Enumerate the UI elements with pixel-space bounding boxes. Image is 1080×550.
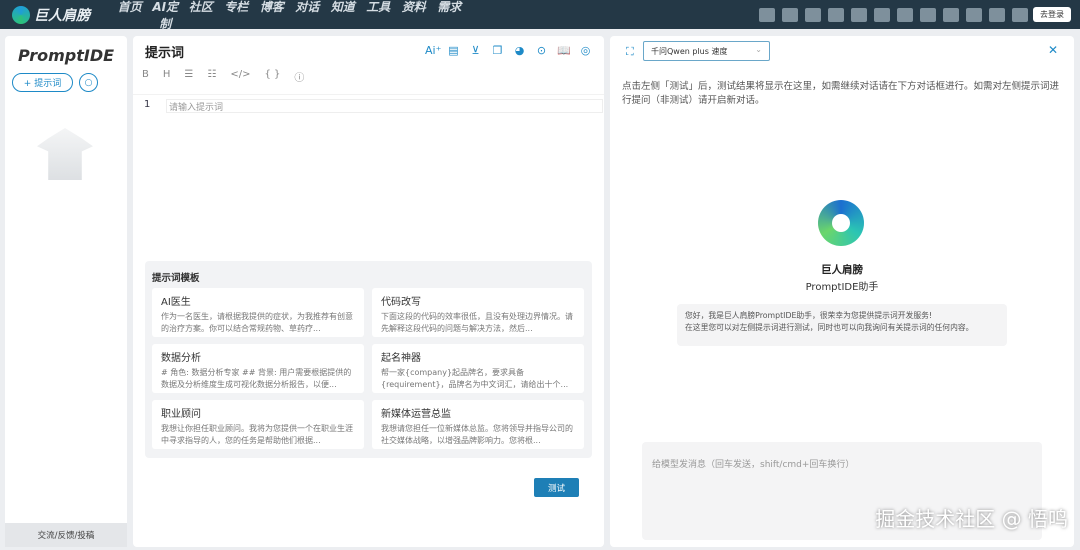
org-chart-icon[interactable]	[920, 7, 936, 22]
nav-knowledge[interactable]: 知道	[325, 0, 361, 32]
search-icon[interactable]: ○	[79, 73, 98, 92]
save-icon[interactable]: ▤	[447, 44, 460, 57]
nav-column[interactable]: 专栏	[219, 0, 255, 32]
code-icon[interactable]: </>	[230, 69, 250, 84]
card-desc: 我想让你担任职业顾问。我将为您提供一个在职业生涯中寻求指导的人，您的任务是帮助他…	[161, 424, 353, 445]
feedback-button[interactable]: 交流/反馈/投稿	[5, 523, 127, 547]
chart-icon[interactable]	[851, 7, 867, 22]
editor-actions: Ai⁺ ▤ ⊻ ❐ ◕ ⊙ 📖 ◎	[425, 44, 592, 57]
template-card[interactable]: 新媒体运营总监我想请您担任一位新媒体总监。您将领导并指导公司的社交媒体战略，以增…	[372, 400, 584, 449]
login-button[interactable]: 去登录	[1033, 7, 1071, 22]
greeting-message: 您好，我是巨人肩膀PromptIDE助手，很荣幸为您提供提示词开发服务! 在这里您…	[677, 304, 1007, 346]
tool-icons	[759, 7, 1028, 22]
brand-logo[interactable]: 巨人肩膀	[12, 5, 112, 25]
template-title: 提示词模板	[152, 273, 200, 284]
nav-home[interactable]: 首页	[112, 0, 148, 32]
book-icon[interactable]: 📖	[557, 44, 571, 57]
bullet-list-icon[interactable]: ☰	[184, 69, 193, 84]
greeting-line: 您好，我是巨人肩膀PromptIDE助手，很荣幸为您提供提示词开发服务!	[685, 311, 933, 320]
main-nav: 首页 AI定制 社区 专栏 博客 对话 知道 工具 资料 需求	[112, 0, 467, 32]
app-title: PromptIDE	[17, 46, 115, 65]
assistant-logo-icon	[818, 200, 864, 246]
md-to-html-icon[interactable]	[805, 7, 821, 22]
template-section: 提示词模板 AI医生作为一名医生，请根据我提供的症状，为我推荐有创意的治疗方案。…	[145, 261, 592, 458]
template-card[interactable]: 代码改写下面这段的代码的效率很低，且没有处理边界情况。请先解释这段代码的问题与解…	[372, 288, 584, 337]
test-result-panel: ⛶ 千问Qwen plus 速度 ⌄ ✕ 点击左侧「测试」后，测试结果将显示在这里…	[610, 36, 1074, 547]
excel-icon[interactable]	[828, 7, 844, 22]
close-icon[interactable]: ✕	[1048, 43, 1058, 57]
expand-icon[interactable]: ⛶	[626, 45, 634, 59]
watermark: 掘金技术社区 @ 悟鸣	[875, 507, 1068, 531]
test-button[interactable]: 测试	[534, 478, 579, 497]
template-card[interactable]: 起名神器帮一家{company}起品牌名，要求具备{requirement}，品…	[372, 344, 584, 393]
braces-icon[interactable]: { }	[264, 69, 280, 84]
copy-icon[interactable]: ❐	[491, 44, 504, 57]
prompt-input[interactable]: 请输入提示词	[166, 99, 603, 113]
more-icon[interactable]: ⊙	[535, 44, 548, 57]
pie-icon[interactable]	[897, 7, 913, 22]
model-select-value: 千问Qwen plus 速度	[651, 47, 728, 56]
card-desc: 下面这段的代码的效率很低，且没有处理边界情况。请先解释这段代码的问题与解决方法，…	[381, 312, 573, 333]
card-title: 起名神器	[381, 353, 421, 364]
template-card[interactable]: AI医生作为一名医生，请根据我提供的症状，为我推荐有创意的治疗方案。你可以结合常…	[152, 288, 364, 337]
info-icon[interactable]: ⓘ	[294, 69, 304, 84]
chevron-down-icon: ⌄	[755, 45, 762, 54]
result-hint: 点击左侧「测试」后，测试结果将显示在这里，如需继续对话请在下方对话框进行。如需对…	[622, 81, 1060, 106]
nav-tools[interactable]: 工具	[361, 0, 397, 32]
add-prompt-button[interactable]: + 提示词	[12, 73, 73, 92]
card-title: AI医生	[161, 297, 191, 308]
html-to-md-icon[interactable]	[782, 7, 798, 22]
nav-blog[interactable]: 博客	[254, 0, 290, 32]
card-title: 新媒体运营总监	[381, 409, 451, 420]
bold-icon[interactable]: B	[142, 69, 149, 84]
ordered-list-icon[interactable]: ☷	[207, 69, 216, 84]
card-desc: 我想请您担任一位新媒体总监。您将领导并指导公司的社交媒体战略，以增强品牌影响力。…	[381, 424, 573, 445]
ai-chat-icon[interactable]	[943, 7, 959, 22]
nav-resources[interactable]: 资料	[396, 0, 432, 32]
format-toolbar: B H ☰ ☷ </> { } ⓘ	[142, 69, 304, 84]
card-title: 代码改写	[381, 297, 421, 308]
prompt-editor-panel: 提示词 Ai⁺ ▤ ⊻ ❐ ◕ ⊙ 📖 ◎ B H ☰ ☷ </> { } ⓘ …	[133, 36, 604, 547]
nav-requirements[interactable]: 需求	[432, 0, 468, 32]
palette-icon[interactable]: ◕	[513, 44, 526, 57]
card-title: 数据分析	[161, 353, 201, 364]
magic-wand-icon[interactable]	[966, 7, 982, 22]
nav-community[interactable]: 社区	[183, 0, 219, 32]
logo-icon	[12, 5, 30, 24]
code-file-icon[interactable]	[1012, 7, 1028, 22]
model-select[interactable]: 千问Qwen plus 速度 ⌄	[643, 41, 770, 61]
card-desc: 帮一家{company}起品牌名，要求具备{requirement}，品牌名为中…	[381, 368, 569, 389]
greeting-line: 在这里您可以对左侧提示词进行测试，同时也可以向我询问有关提示词的任何内容。	[685, 323, 974, 332]
assistant-subtitle: PromptIDE助手	[805, 282, 879, 293]
heading-icon[interactable]: H	[163, 69, 171, 84]
editor-title: 提示词	[145, 46, 185, 61]
ai-generate-icon[interactable]: Ai⁺	[425, 44, 441, 57]
template-card[interactable]: 数据分析 # 角色: 数据分析专家 ## 背景: 用户需要根据提供的数据及分析维度…	[152, 344, 364, 393]
card-desc: 作为一名医生，请根据我提供的症状，为我推荐有创意的治疗方案。你可以结合常规药物、…	[161, 312, 353, 333]
download-icon[interactable]: ⊻	[469, 44, 482, 57]
nav-ai-custom[interactable]: AI定制	[148, 0, 184, 32]
markdown-icon[interactable]	[759, 7, 775, 22]
template-card[interactable]: 职业顾问我想让你担任职业顾问。我将为您提供一个在职业生涯中寻求指导的人，您的任务…	[152, 400, 364, 449]
prompt-editor: 1 请输入提示词	[133, 94, 604, 114]
card-desc: # 角色: 数据分析专家 ## 背景: 用户需要根据提供的数据及分析维度生成可视…	[161, 368, 352, 389]
nav-chat[interactable]: 对话	[290, 0, 326, 32]
edge-icon[interactable]	[874, 7, 890, 22]
card-title: 职业顾问	[161, 409, 201, 420]
prompt-list-panel: PromptIDE + 提示词 ○ 交流/反馈/投稿	[5, 36, 127, 547]
empty-box-illustration	[37, 128, 93, 180]
target-icon[interactable]: ◎	[579, 44, 592, 57]
notebook-icon[interactable]	[989, 7, 1005, 22]
top-nav-bar: 巨人肩膀 首页 AI定制 社区 专栏 博客 对话 知道 工具 资料 需求 去登录	[0, 0, 1080, 32]
line-number: 1	[144, 99, 151, 110]
assistant-name: 巨人肩膀	[821, 264, 863, 276]
